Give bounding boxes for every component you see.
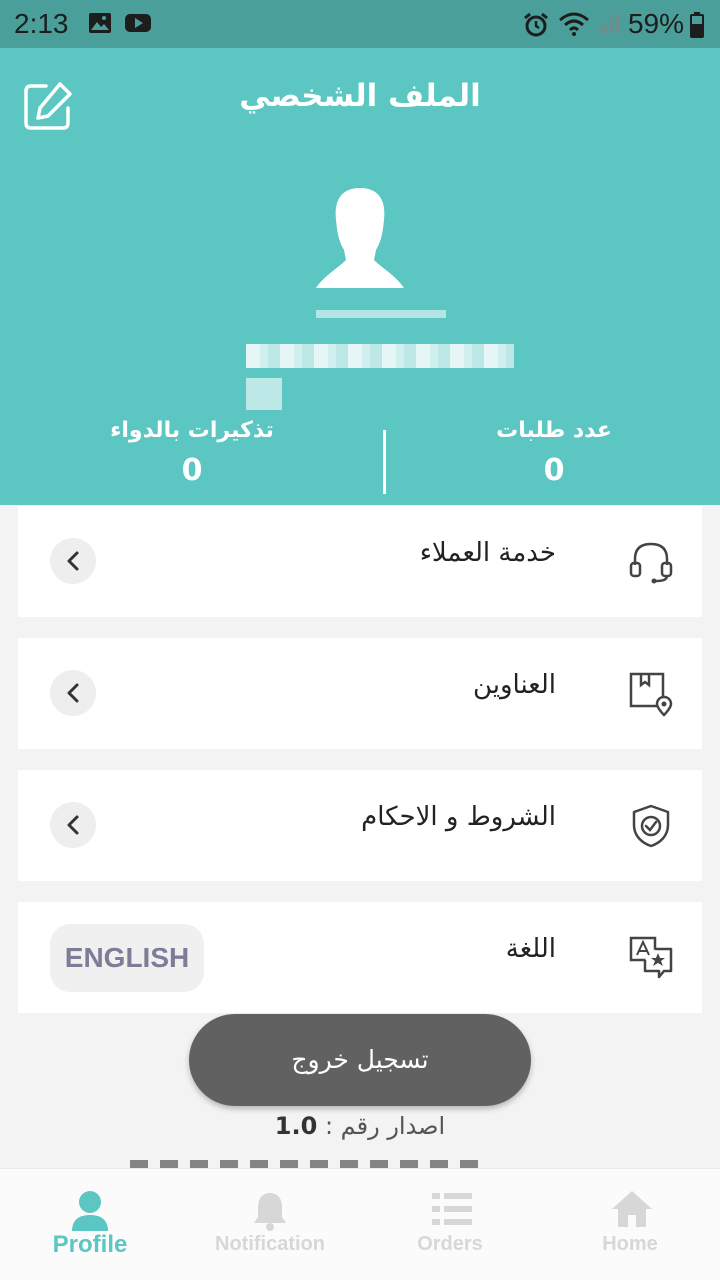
chevron-left-button[interactable]	[50, 670, 96, 716]
customer-service-label: خدمة العملاء	[419, 538, 556, 568]
menu-item-language: اللغة ENGLISH	[18, 902, 702, 1013]
chevron-left-button[interactable]	[50, 802, 96, 848]
menu-item-addresses[interactable]: العناوين	[18, 638, 702, 749]
chevron-left-button[interactable]	[50, 538, 96, 584]
orders-count-value: 0	[543, 453, 565, 488]
bottom-nav: Profile Notification Orders Home	[0, 1168, 720, 1280]
headset-icon	[628, 539, 674, 585]
reminders-count-value: 0	[181, 453, 203, 488]
bell-icon	[254, 1193, 286, 1231]
alarm-icon	[522, 12, 548, 37]
battery-percent: 59%	[627, 8, 684, 39]
reminders-count-stat: تذكيرات بالدواء 0	[72, 418, 312, 488]
user-name-redacted	[246, 344, 514, 368]
reminders-count-label: تذكيرات بالدواء	[110, 418, 274, 443]
chevron-left-icon	[67, 815, 79, 835]
image-notification-icon	[88, 12, 112, 34]
map-pin-box-icon	[628, 671, 674, 717]
menu-item-customer-service[interactable]: خدمة العملاء	[18, 506, 702, 617]
user-silhouette-icon	[316, 188, 404, 288]
nav-tab-home[interactable]: Home	[540, 1169, 720, 1280]
status-bar: 2:13 59%	[0, 0, 720, 48]
user-phone-redacted	[246, 378, 282, 410]
status-time: 2:13	[14, 8, 69, 39]
terms-label: الشروط و الاحكام	[361, 802, 556, 832]
nav-tab-notification[interactable]: Notification	[180, 1169, 360, 1280]
chevron-left-icon	[67, 683, 79, 703]
logout-button[interactable]: تسجيل خروج	[189, 1014, 531, 1106]
user-name-redacted-top	[316, 310, 446, 318]
nav-tab-profile[interactable]: Profile	[0, 1169, 180, 1280]
language-toggle-button[interactable]: ENGLISH	[50, 924, 204, 992]
nav-label-notification: Notification	[215, 1233, 325, 1255]
orders-count-stat: عدد طلبات 0	[434, 418, 674, 488]
translate-icon	[628, 935, 674, 981]
nav-label-home: Home	[602, 1233, 658, 1255]
page-title: الملف الشخصي	[239, 78, 481, 114]
list-icon	[432, 1193, 472, 1225]
stats-divider	[383, 430, 386, 494]
youtube-notification-icon	[124, 12, 151, 34]
app-version: اصدار رقم : 1.0	[0, 1112, 720, 1140]
avatar[interactable]	[310, 184, 410, 306]
profile-header: الملف الشخصي عدد طلبات 0 تذكيرات بالدواء…	[0, 48, 720, 505]
language-label: اللغة	[505, 934, 556, 964]
person-icon	[72, 1191, 108, 1231]
chevron-left-icon	[67, 551, 79, 571]
nav-label-orders: Orders	[417, 1233, 483, 1255]
nav-label-profile: Profile	[52, 1231, 128, 1258]
nav-tab-orders[interactable]: Orders	[360, 1169, 540, 1280]
home-icon	[612, 1191, 652, 1227]
menu-item-terms[interactable]: الشروط و الاحكام	[18, 770, 702, 881]
shield-check-icon	[628, 803, 674, 849]
wifi-icon	[558, 12, 589, 36]
battery-icon	[690, 12, 704, 38]
version-number: 1.0	[274, 1112, 318, 1140]
signal-icon	[596, 12, 620, 34]
version-label: اصدار رقم :	[324, 1112, 446, 1140]
orders-count-label: عدد طلبات	[496, 418, 612, 443]
addresses-label: العناوين	[472, 670, 556, 700]
